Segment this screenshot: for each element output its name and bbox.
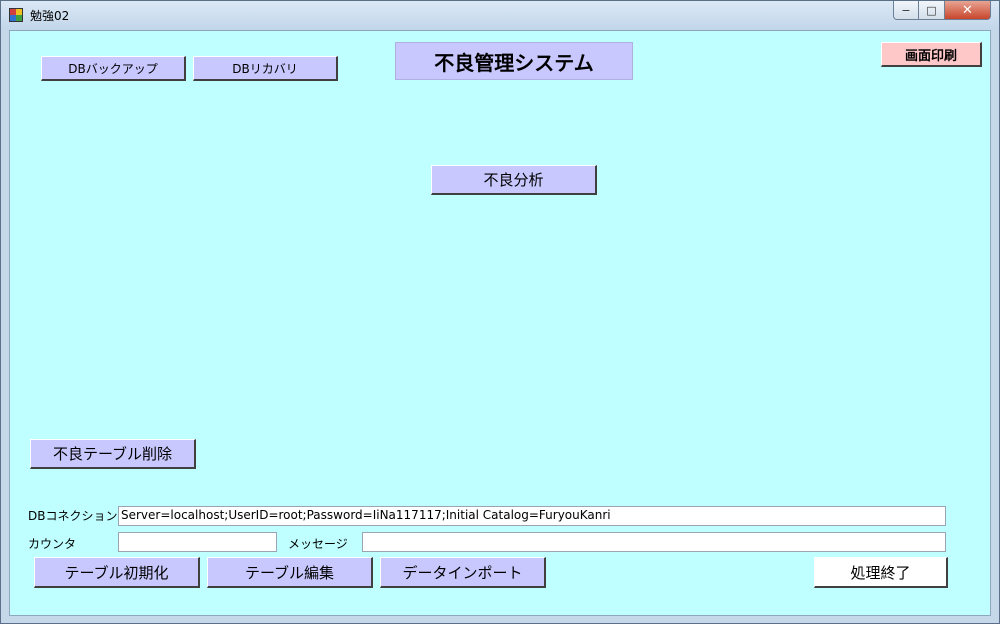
db-recovery-label: DBリカバリ <box>232 61 298 76</box>
counter-label: カウンタ <box>28 537 77 551</box>
data-import-button[interactable]: データインポート <box>380 557 546 588</box>
maximize-icon: □ <box>926 3 937 17</box>
app-icon <box>9 8 23 22</box>
close-icon: ✕ <box>962 2 973 18</box>
defect-analysis-label: 不良分析 <box>483 171 544 189</box>
app-window: 勉強02 − □ ✕ DBバックアップ DBリカバリ 不良管理システム 画面印刷 <box>0 0 1000 624</box>
defect-analysis-button[interactable]: 不良分析 <box>431 165 597 195</box>
db-backup-button[interactable]: DBバックアップ <box>41 56 186 81</box>
edit-table-label: テーブル編集 <box>244 563 335 582</box>
title-bar[interactable]: 勉強02 − □ ✕ <box>1 1 999 30</box>
db-connection-value: Server=localhost;UserID=root;Password=Ii… <box>121 508 611 522</box>
db-connection-label: DBコネクション <box>28 509 118 523</box>
db-connection-field[interactable]: Server=localhost;UserID=root;Password=Ii… <box>118 506 946 526</box>
message-label: メッセージ <box>288 537 348 551</box>
form-client-area: DBバックアップ DBリカバリ 不良管理システム 画面印刷 不良分析 不良テーブ… <box>9 30 991 616</box>
window-controls: − □ ✕ <box>893 1 991 21</box>
counter-field[interactable] <box>118 532 277 552</box>
db-recovery-button[interactable]: DBリカバリ <box>193 56 338 81</box>
delete-defect-table-button[interactable]: 不良テーブル削除 <box>30 439 196 469</box>
print-screen-label: 画面印刷 <box>904 48 957 64</box>
print-screen-button[interactable]: 画面印刷 <box>881 42 982 67</box>
system-title: 不良管理システム <box>395 42 633 80</box>
init-table-button[interactable]: テーブル初期化 <box>34 557 200 588</box>
maximize-button[interactable]: □ <box>919 1 945 20</box>
message-field[interactable] <box>362 532 946 552</box>
delete-defect-table-label: 不良テーブル削除 <box>52 445 173 463</box>
data-import-label: データインポート <box>402 563 523 582</box>
system-title-text: 不良管理システム <box>434 50 594 75</box>
close-button[interactable]: ✕ <box>945 1 991 20</box>
minimize-button[interactable]: − <box>893 1 919 20</box>
edit-table-button[interactable]: テーブル編集 <box>207 557 373 588</box>
minimize-icon: − <box>901 3 911 17</box>
window-title: 勉強02 <box>30 9 70 23</box>
end-process-button[interactable]: 処理終了 <box>814 557 948 588</box>
end-process-label: 処理終了 <box>850 563 911 582</box>
db-backup-label: DBバックアップ <box>68 61 158 76</box>
init-table-label: テーブル初期化 <box>64 563 169 582</box>
